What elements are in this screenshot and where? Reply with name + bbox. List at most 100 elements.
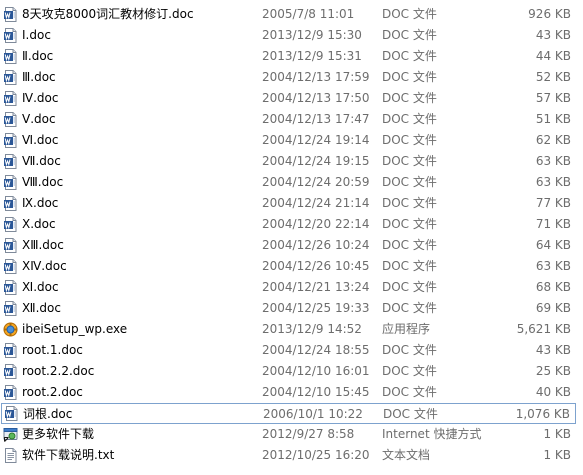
word-doc-icon	[3, 238, 18, 253]
file-type: DOC 文件	[382, 91, 437, 105]
file-size: 68 KB	[535, 280, 571, 294]
file-date-modified: 2004/12/24 18:55	[262, 343, 370, 357]
word-doc-icon	[3, 343, 18, 358]
file-date-modified: 2004/12/10 16:01	[262, 364, 370, 378]
file-type: 文本文档	[382, 448, 431, 462]
file-row[interactable]: ibeiSetup_wp.exe 2013/12/9 14:52 应用程序 5,…	[0, 319, 583, 340]
word-doc-icon	[3, 133, 18, 148]
file-type: 应用程序	[382, 322, 431, 336]
file-row[interactable]: Ⅴ.doc 2004/12/13 17:47 DOC 文件 51 KB	[0, 109, 583, 130]
file-name: Ⅺ.doc	[22, 280, 59, 294]
word-doc-icon	[4, 406, 19, 421]
file-name: root.2.doc	[22, 385, 83, 399]
file-date-modified: 2012/10/25 16:20	[262, 448, 370, 462]
file-type: DOC 文件	[382, 196, 437, 210]
word-doc-icon	[3, 280, 18, 295]
file-type: DOC 文件	[382, 154, 437, 168]
file-name: root.1.doc	[22, 343, 83, 357]
file-size: 44 KB	[535, 49, 571, 63]
file-name: ⅩⅢ.doc	[22, 238, 64, 252]
file-row[interactable]: Ⅰ.doc 2013/12/9 15:30 DOC 文件 43 KB	[0, 25, 583, 46]
file-row[interactable]: Ⅳ.doc 2004/12/13 17:50 DOC 文件 57 KB	[0, 88, 583, 109]
file-type: DOC 文件	[382, 133, 437, 147]
word-doc-icon	[3, 49, 18, 64]
word-doc-icon	[3, 112, 18, 127]
file-name: Ⅱ.doc	[22, 49, 54, 63]
file-list: 8天攻克8000词汇教材修订.doc 2005/7/8 11:01 DOC 文件…	[0, 4, 583, 466]
file-row[interactable]: root.2.doc 2004/12/10 15:45 DOC 文件 40 KB	[0, 382, 583, 403]
file-type: DOC 文件	[382, 364, 437, 378]
file-date-modified: 2004/12/24 21:14	[262, 196, 370, 210]
word-doc-icon	[3, 28, 18, 43]
file-row[interactable]: Ⅱ.doc 2013/12/9 15:31 DOC 文件 44 KB	[0, 46, 583, 67]
file-row[interactable]: Ⅷ.doc 2004/12/24 20:59 DOC 文件 63 KB	[0, 172, 583, 193]
file-type: DOC 文件	[382, 217, 437, 231]
file-row[interactable]: root.2.2.doc 2004/12/10 16:01 DOC 文件 25 …	[0, 361, 583, 382]
file-size: 5,621 KB	[516, 322, 571, 336]
file-name: 更多软件下载	[22, 427, 95, 441]
file-type: DOC 文件	[382, 175, 437, 189]
file-name: Ⅳ.doc	[22, 91, 59, 105]
file-size: 57 KB	[535, 91, 571, 105]
file-row[interactable]: Ⅻ.doc 2004/12/25 19:33 DOC 文件 69 KB	[0, 298, 583, 319]
file-type: DOC 文件	[382, 238, 437, 252]
file-name: Ⅵ.doc	[22, 133, 59, 147]
file-date-modified: 2013/12/9 14:52	[262, 322, 362, 336]
text-file-icon	[3, 448, 18, 463]
word-doc-icon	[3, 175, 18, 190]
file-date-modified: 2013/12/9 15:31	[262, 49, 362, 63]
file-size: 40 KB	[535, 385, 571, 399]
word-doc-icon	[3, 70, 18, 85]
file-name: Ⅹ.doc	[22, 217, 56, 231]
file-row[interactable]: Ⅸ.doc 2004/12/24 21:14 DOC 文件 77 KB	[0, 193, 583, 214]
file-type: DOC 文件	[382, 49, 437, 63]
file-size: 43 KB	[535, 28, 571, 42]
file-date-modified: 2005/7/8 11:01	[262, 7, 355, 21]
file-row[interactable]: ⅩⅣ.doc 2004/12/26 10:45 DOC 文件 63 KB	[0, 256, 583, 277]
file-size: 62 KB	[535, 133, 571, 147]
file-size: 63 KB	[535, 175, 571, 189]
file-date-modified: 2004/12/21 13:24	[262, 280, 370, 294]
file-size: 1 KB	[543, 448, 571, 462]
file-size: 63 KB	[535, 154, 571, 168]
file-row[interactable]: Ⅺ.doc 2004/12/21 13:24 DOC 文件 68 KB	[0, 277, 583, 298]
file-date-modified: 2004/12/13 17:47	[262, 112, 370, 126]
file-name: Ⅸ.doc	[22, 196, 59, 210]
file-size: 51 KB	[535, 112, 571, 126]
file-name: Ⅴ.doc	[22, 112, 56, 126]
file-row[interactable]: Ⅶ.doc 2004/12/24 19:15 DOC 文件 63 KB	[0, 151, 583, 172]
file-type: DOC 文件	[382, 28, 437, 42]
file-row[interactable]: root.1.doc 2004/12/24 18:55 DOC 文件 43 KB	[0, 340, 583, 361]
file-size: 69 KB	[535, 301, 571, 315]
word-doc-icon	[3, 91, 18, 106]
file-date-modified: 2004/12/26 10:45	[262, 259, 370, 273]
file-row[interactable]: Ⅹ.doc 2004/12/20 22:14 DOC 文件 71 KB	[0, 214, 583, 235]
file-date-modified: 2012/9/27 8:58	[262, 427, 355, 441]
word-doc-icon	[3, 7, 18, 22]
word-doc-icon	[3, 259, 18, 274]
file-row[interactable]: Ⅵ.doc 2004/12/24 19:14 DOC 文件 62 KB	[0, 130, 583, 151]
file-name: Ⅷ.doc	[22, 175, 64, 189]
word-doc-icon	[3, 196, 18, 211]
word-doc-icon	[3, 364, 18, 379]
file-type: DOC 文件	[383, 407, 438, 421]
file-date-modified: 2004/12/13 17:50	[262, 91, 370, 105]
file-name: ⅩⅣ.doc	[22, 259, 67, 273]
file-row[interactable]: ⅩⅢ.doc 2004/12/26 10:24 DOC 文件 64 KB	[0, 235, 583, 256]
file-type: DOC 文件	[382, 343, 437, 357]
file-row[interactable]: 词根.doc 2006/10/1 10:22 DOC 文件 1,076 KB	[1, 403, 576, 424]
file-size: 71 KB	[535, 217, 571, 231]
file-type: DOC 文件	[382, 7, 437, 21]
file-row[interactable]: Ⅲ.doc 2004/12/13 17:59 DOC 文件 52 KB	[0, 67, 583, 88]
file-date-modified: 2004/12/13 17:59	[262, 70, 370, 84]
file-name: 词根.doc	[23, 407, 73, 421]
file-name: Ⅻ.doc	[22, 301, 61, 315]
file-name: Ⅶ.doc	[22, 154, 61, 168]
setup-exe-icon	[3, 322, 18, 337]
file-name: Ⅲ.doc	[22, 70, 56, 84]
file-row[interactable]: 8天攻克8000词汇教材修订.doc 2005/7/8 11:01 DOC 文件…	[0, 4, 583, 25]
file-row[interactable]: 软件下载说明.txt 2012/10/25 16:20 文本文档 1 KB	[0, 445, 583, 466]
file-size: 63 KB	[535, 259, 571, 273]
file-row[interactable]: 更多软件下载 2012/9/27 8:58 Internet 快捷方式 1 KB	[0, 424, 583, 445]
file-date-modified: 2004/12/26 10:24	[262, 238, 370, 252]
